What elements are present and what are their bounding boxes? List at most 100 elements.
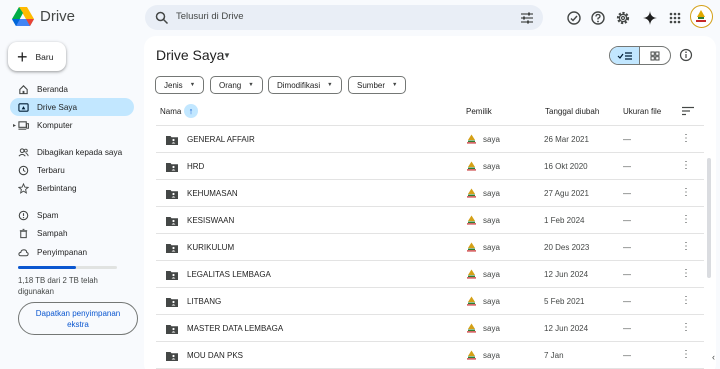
sidebar-item-label: Dibagikan kepada saya <box>37 147 123 157</box>
more-actions-icon[interactable]: ⋮ <box>681 348 691 362</box>
file-modified-date: 5 Feb 2021 <box>544 297 585 306</box>
more-actions-icon[interactable]: ⋮ <box>681 186 691 200</box>
table-row[interactable]: GENERAL AFFAIR saya 26 Mar 2021 — ⋮ <box>156 126 704 153</box>
page-title[interactable]: Drive Saya <box>156 47 224 63</box>
sidebar-item-trash[interactable]: Sampah <box>10 224 134 242</box>
account-avatar[interactable] <box>690 5 713 28</box>
more-actions-icon[interactable]: ⋮ <box>681 213 691 227</box>
chip-label: Jenis <box>164 80 183 90</box>
shared-folder-icon <box>166 244 178 253</box>
my-drive-icon <box>18 102 29 112</box>
column-header-size[interactable]: Ukuran file <box>623 107 661 116</box>
more-actions-icon[interactable]: ⋮ <box>681 159 691 173</box>
apps-grid-icon[interactable] <box>667 10 683 26</box>
home-icon <box>19 84 28 94</box>
sidebar-item-my-drive[interactable]: Drive Saya <box>10 98 134 116</box>
more-actions-icon[interactable]: ⋮ <box>681 240 691 254</box>
clock-icon <box>18 165 29 175</box>
column-header-name[interactable]: Nama <box>160 107 181 116</box>
file-size: — <box>623 270 631 279</box>
sidebar-item-spam[interactable]: Spam <box>10 206 134 224</box>
table-row[interactable]: KURIKULUM saya 20 Des 2023 — ⋮ <box>156 234 704 261</box>
settings-gear-icon[interactable] <box>615 10 631 26</box>
file-size: — <box>623 135 631 144</box>
spam-icon <box>18 210 29 220</box>
file-modified-date: 12 Jun 2024 <box>544 324 589 333</box>
table-row[interactable]: LITBANG saya 5 Feb 2021 — ⋮ <box>156 288 704 315</box>
file-name: GENERAL AFFAIR <box>187 135 255 144</box>
sidebar-item-shared-with-me[interactable]: Dibagikan kepada saya <box>10 143 134 161</box>
filter-source-chip[interactable]: Sumber ▼ <box>348 76 407 94</box>
more-actions-icon[interactable]: ⋮ <box>681 321 691 335</box>
view-toggle[interactable] <box>609 46 671 65</box>
file-name: LEGALITAS LEMBAGA <box>187 270 271 279</box>
file-modified-date: 12 Jun 2024 <box>544 270 589 279</box>
table-row[interactable]: HRD saya 16 Okt 2020 — ⋮ <box>156 153 704 180</box>
file-size: — <box>623 297 631 306</box>
filter-modified-chip[interactable]: Dimodifikasi ▼ <box>268 76 342 94</box>
file-owner: saya <box>483 243 500 252</box>
shared-folder-icon <box>166 298 178 307</box>
file-owner: saya <box>483 351 500 360</box>
shared-folder-icon <box>166 136 178 145</box>
help-icon[interactable] <box>590 10 606 26</box>
owner-avatar-icon <box>467 188 476 198</box>
star-icon <box>18 182 29 194</box>
more-actions-icon[interactable]: ⋮ <box>681 267 691 281</box>
file-name: MOU DAN PKS <box>187 351 244 360</box>
chip-label: Orang <box>219 80 242 90</box>
grid-view-button[interactable] <box>640 47 670 64</box>
shared-folder-icon <box>166 271 178 280</box>
file-owner: saya <box>483 297 500 306</box>
sort-options-icon[interactable] <box>682 106 694 116</box>
file-owner: saya <box>483 216 500 225</box>
column-header-owner: Pemilik <box>466 107 492 116</box>
offline-ready-icon[interactable] <box>566 10 582 26</box>
sidebar-item-recent[interactable]: Terbaru <box>10 161 134 179</box>
more-actions-icon[interactable]: ⋮ <box>681 294 691 308</box>
sidebar-item-home[interactable]: Beranda <box>10 80 134 98</box>
list-view-button[interactable] <box>610 47 641 64</box>
more-actions-icon[interactable]: ⋮ <box>681 132 691 146</box>
search-options-icon[interactable] <box>520 11 534 25</box>
table-row[interactable]: MOU DAN PKS saya 7 Jan — ⋮ <box>156 342 704 369</box>
sort-ascending-icon[interactable]: ↑ <box>184 104 198 118</box>
sidebar-item-label: Komputer <box>37 120 73 130</box>
scrollbar[interactable] <box>707 158 711 278</box>
sidebar-item-storage[interactable]: Penyimpanan <box>10 243 134 261</box>
file-size: — <box>623 243 631 252</box>
chevron-down-icon: ▼ <box>327 82 333 88</box>
shared-folder-icon <box>166 217 178 226</box>
get-more-storage-button[interactable]: Dapatkan penyimpanan ekstra <box>18 302 138 335</box>
gemini-sparkle-icon[interactable] <box>642 10 658 26</box>
file-owner: saya <box>483 135 500 144</box>
sidebar-item-starred[interactable]: Berbintang <box>10 179 134 197</box>
column-header-date[interactable]: Tanggal diubah <box>545 107 599 116</box>
app-name[interactable]: Drive <box>40 8 75 25</box>
table-row[interactable]: KESISWAAN saya 1 Feb 2024 — ⋮ <box>156 207 704 234</box>
organization-logo-icon <box>692 7 710 25</box>
file-name: KESISWAAN <box>187 216 235 225</box>
file-name: HRD <box>187 162 205 171</box>
chevron-down-icon: ▼ <box>392 82 398 88</box>
table-row[interactable]: MASTER DATA LEMBAGA saya 12 Jun 2024 — ⋮ <box>156 315 704 342</box>
search-icon[interactable] <box>155 11 169 25</box>
table-row[interactable]: LEGALITAS LEMBAGA saya 12 Jun 2024 — ⋮ <box>156 261 704 288</box>
file-name: LITBANG <box>187 297 222 306</box>
file-modified-date: 27 Agu 2021 <box>544 189 589 198</box>
owner-avatar-icon <box>467 323 476 333</box>
sidebar-item-label: Terbaru <box>37 165 65 175</box>
new-button[interactable]: + Baru <box>8 42 66 71</box>
info-icon[interactable] <box>679 48 693 62</box>
filter-type-chip[interactable]: Jenis ▼ <box>155 76 205 94</box>
search-input[interactable]: Telusuri di Drive <box>176 11 244 22</box>
filter-people-chip[interactable]: Orang ▼ <box>210 76 263 94</box>
drive-logo-icon[interactable] <box>12 7 34 27</box>
title-dropdown-icon[interactable]: ▼ <box>223 51 231 60</box>
sidebar-item-computers[interactable]: Komputer <box>10 116 134 134</box>
grid-view-icon <box>650 51 660 60</box>
file-modified-date: 26 Mar 2021 <box>544 135 589 144</box>
table-row[interactable]: KEHUMASAN saya 27 Agu 2021 — ⋮ <box>156 180 704 207</box>
side-panel-toggle-icon[interactable]: ‹ <box>712 352 715 362</box>
trash-icon <box>19 228 28 238</box>
